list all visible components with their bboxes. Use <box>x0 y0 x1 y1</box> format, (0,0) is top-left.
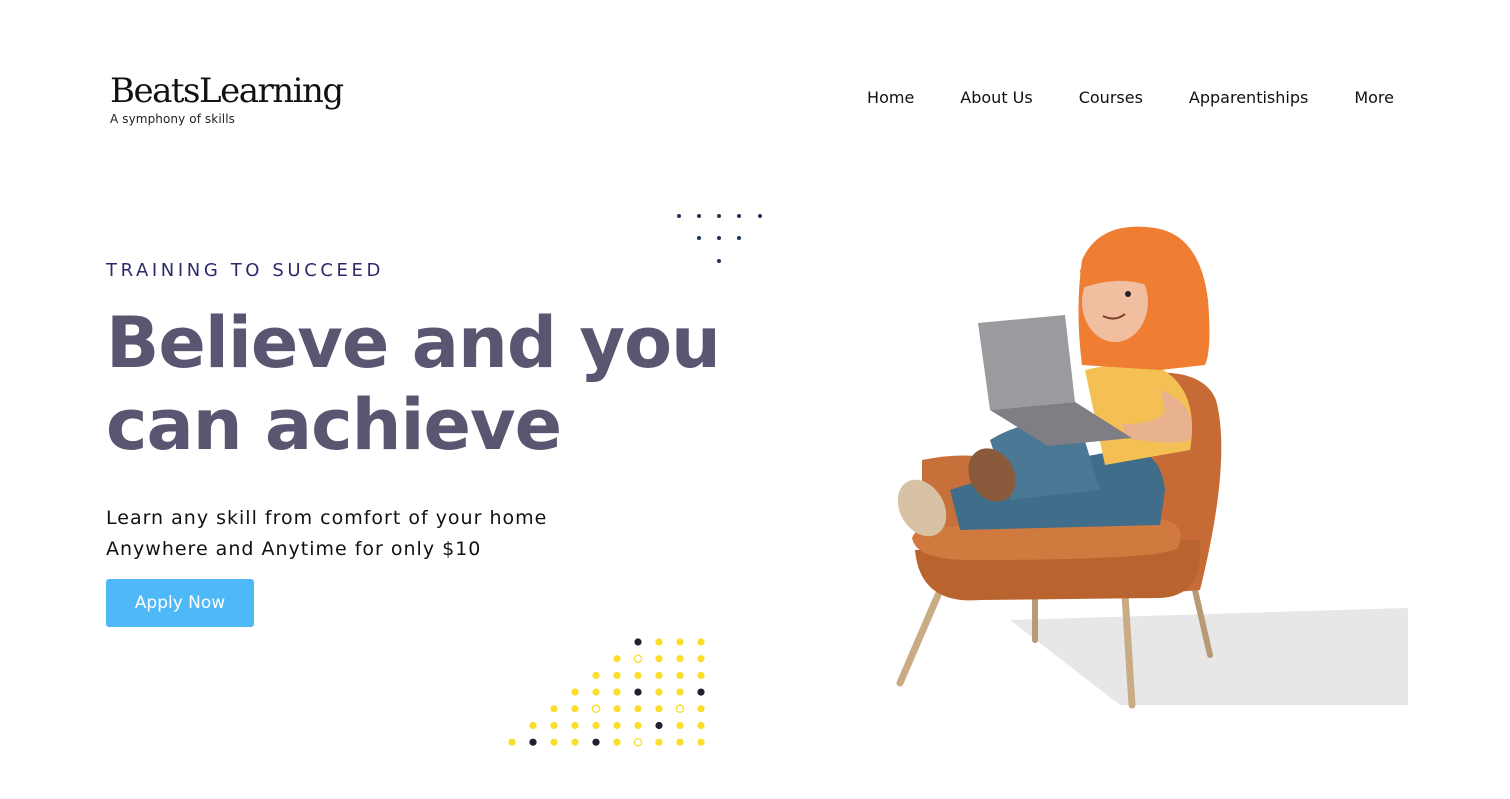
dot <box>633 737 643 747</box>
dot <box>676 721 684 730</box>
person-on-chair-with-laptop-illustration <box>896 226 1408 709</box>
dot <box>717 259 721 263</box>
dot <box>634 688 642 696</box>
dot <box>655 655 663 663</box>
brand-name: BeatsLearning <box>110 71 344 111</box>
dot <box>634 671 642 679</box>
dot <box>676 638 684 646</box>
hero-subtext-line-2: Anywhere and Anytime for only $10 <box>106 538 482 560</box>
decorative-dots-top <box>677 214 762 263</box>
dot <box>613 671 621 679</box>
dot <box>697 638 705 646</box>
dot <box>758 214 762 218</box>
dot <box>634 638 642 646</box>
dot <box>675 704 685 714</box>
dot <box>697 705 705 713</box>
apply-now-button[interactable]: Apply Now <box>106 579 254 627</box>
dot <box>634 705 642 713</box>
dot <box>571 721 579 730</box>
dot <box>550 705 558 713</box>
dot <box>676 688 684 696</box>
dot <box>592 688 600 696</box>
main-nav: Home About Us Courses Apparentiships Mor… <box>867 88 1394 107</box>
laptop-screen <box>978 315 1075 410</box>
dot <box>697 671 705 679</box>
dot <box>737 214 741 218</box>
hero-headline: Believe and you can achieve <box>106 302 766 466</box>
dot <box>655 688 663 696</box>
dot <box>592 721 600 730</box>
nav-home[interactable]: Home <box>867 88 914 107</box>
brand-tagline: A symphony of skills <box>110 112 235 126</box>
dot <box>592 671 600 679</box>
hero-eyebrow: TRAINING TO SUCCEED <box>106 260 384 281</box>
dot <box>592 738 600 746</box>
dot <box>571 738 579 746</box>
dot <box>717 236 721 240</box>
dot <box>613 738 621 746</box>
nav-about-us[interactable]: About Us <box>960 88 1032 107</box>
dot <box>697 721 705 730</box>
dot <box>697 655 705 663</box>
dot <box>655 671 663 679</box>
dot <box>613 705 621 713</box>
landing-page: BeatsLearning A symphony of skills Home … <box>0 0 1510 799</box>
dot <box>633 654 643 663</box>
hero-headline-line-2: can achieve <box>106 384 562 466</box>
dot <box>655 721 663 730</box>
person-eye <box>1125 291 1131 297</box>
dot <box>550 738 558 746</box>
dot <box>529 721 537 730</box>
dot <box>697 738 705 746</box>
nav-more[interactable]: More <box>1354 88 1394 107</box>
dot <box>717 214 721 218</box>
dot <box>697 688 705 696</box>
dot <box>697 214 701 218</box>
hero-subtext: Learn any skill from comfort of your hom… <box>106 503 547 565</box>
dot <box>655 738 663 746</box>
dot <box>634 721 642 730</box>
dot <box>697 236 701 240</box>
dot <box>655 705 663 713</box>
dot <box>677 214 681 218</box>
dot <box>508 738 516 746</box>
nav-apprenticeships[interactable]: Apparentiships <box>1189 88 1308 107</box>
dot <box>571 705 579 713</box>
dot <box>613 688 621 696</box>
dot <box>571 688 579 696</box>
brand-logo[interactable]: BeatsLearning A symphony of skills <box>110 71 344 126</box>
dot <box>613 655 621 663</box>
hero-subtext-line-1: Learn any skill from comfort of your hom… <box>106 507 548 529</box>
dot <box>529 738 537 746</box>
dot <box>676 655 684 663</box>
dot <box>613 721 621 730</box>
dot <box>676 738 684 746</box>
nav-courses[interactable]: Courses <box>1079 88 1143 107</box>
dot <box>737 236 741 240</box>
hero-headline-line-1: Believe and you <box>106 302 721 384</box>
dot <box>591 704 601 714</box>
dot <box>676 671 684 679</box>
decorative-dots-bottom <box>508 638 705 747</box>
chair-leg <box>896 591 942 687</box>
dot <box>655 638 663 646</box>
dot <box>550 721 558 730</box>
